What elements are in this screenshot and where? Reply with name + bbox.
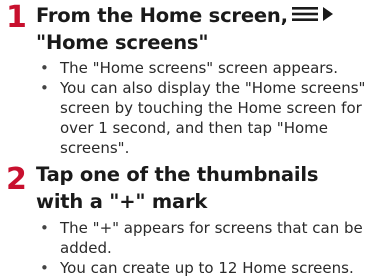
step-1-title-prefix: From the Home screen, <box>36 4 288 27</box>
menu-icon <box>291 1 318 21</box>
step-2-notes: The "+" appears for screens that can be … <box>39 218 369 278</box>
step-1-number: 1 <box>6 0 27 35</box>
list-item: The "+" appears for screens that can be … <box>39 218 369 258</box>
list-item: You can also display the "Home screens" … <box>39 78 369 158</box>
step-1-title: From the Home screen, "Home screens" <box>36 1 366 56</box>
step-1-notes: The "Home screens" screen appears. You c… <box>39 58 369 158</box>
step-2-title: Tap one of the thumbnails with a "+" mar… <box>36 163 319 213</box>
list-item: You can create up to 12 Home screens. <box>39 258 369 278</box>
step-1-title-suffix: "Home screens" <box>36 31 209 54</box>
right-triangle-icon <box>322 7 333 21</box>
step-2-number: 2 <box>6 162 27 197</box>
list-item: The "Home screens" screen appears. <box>39 58 369 78</box>
